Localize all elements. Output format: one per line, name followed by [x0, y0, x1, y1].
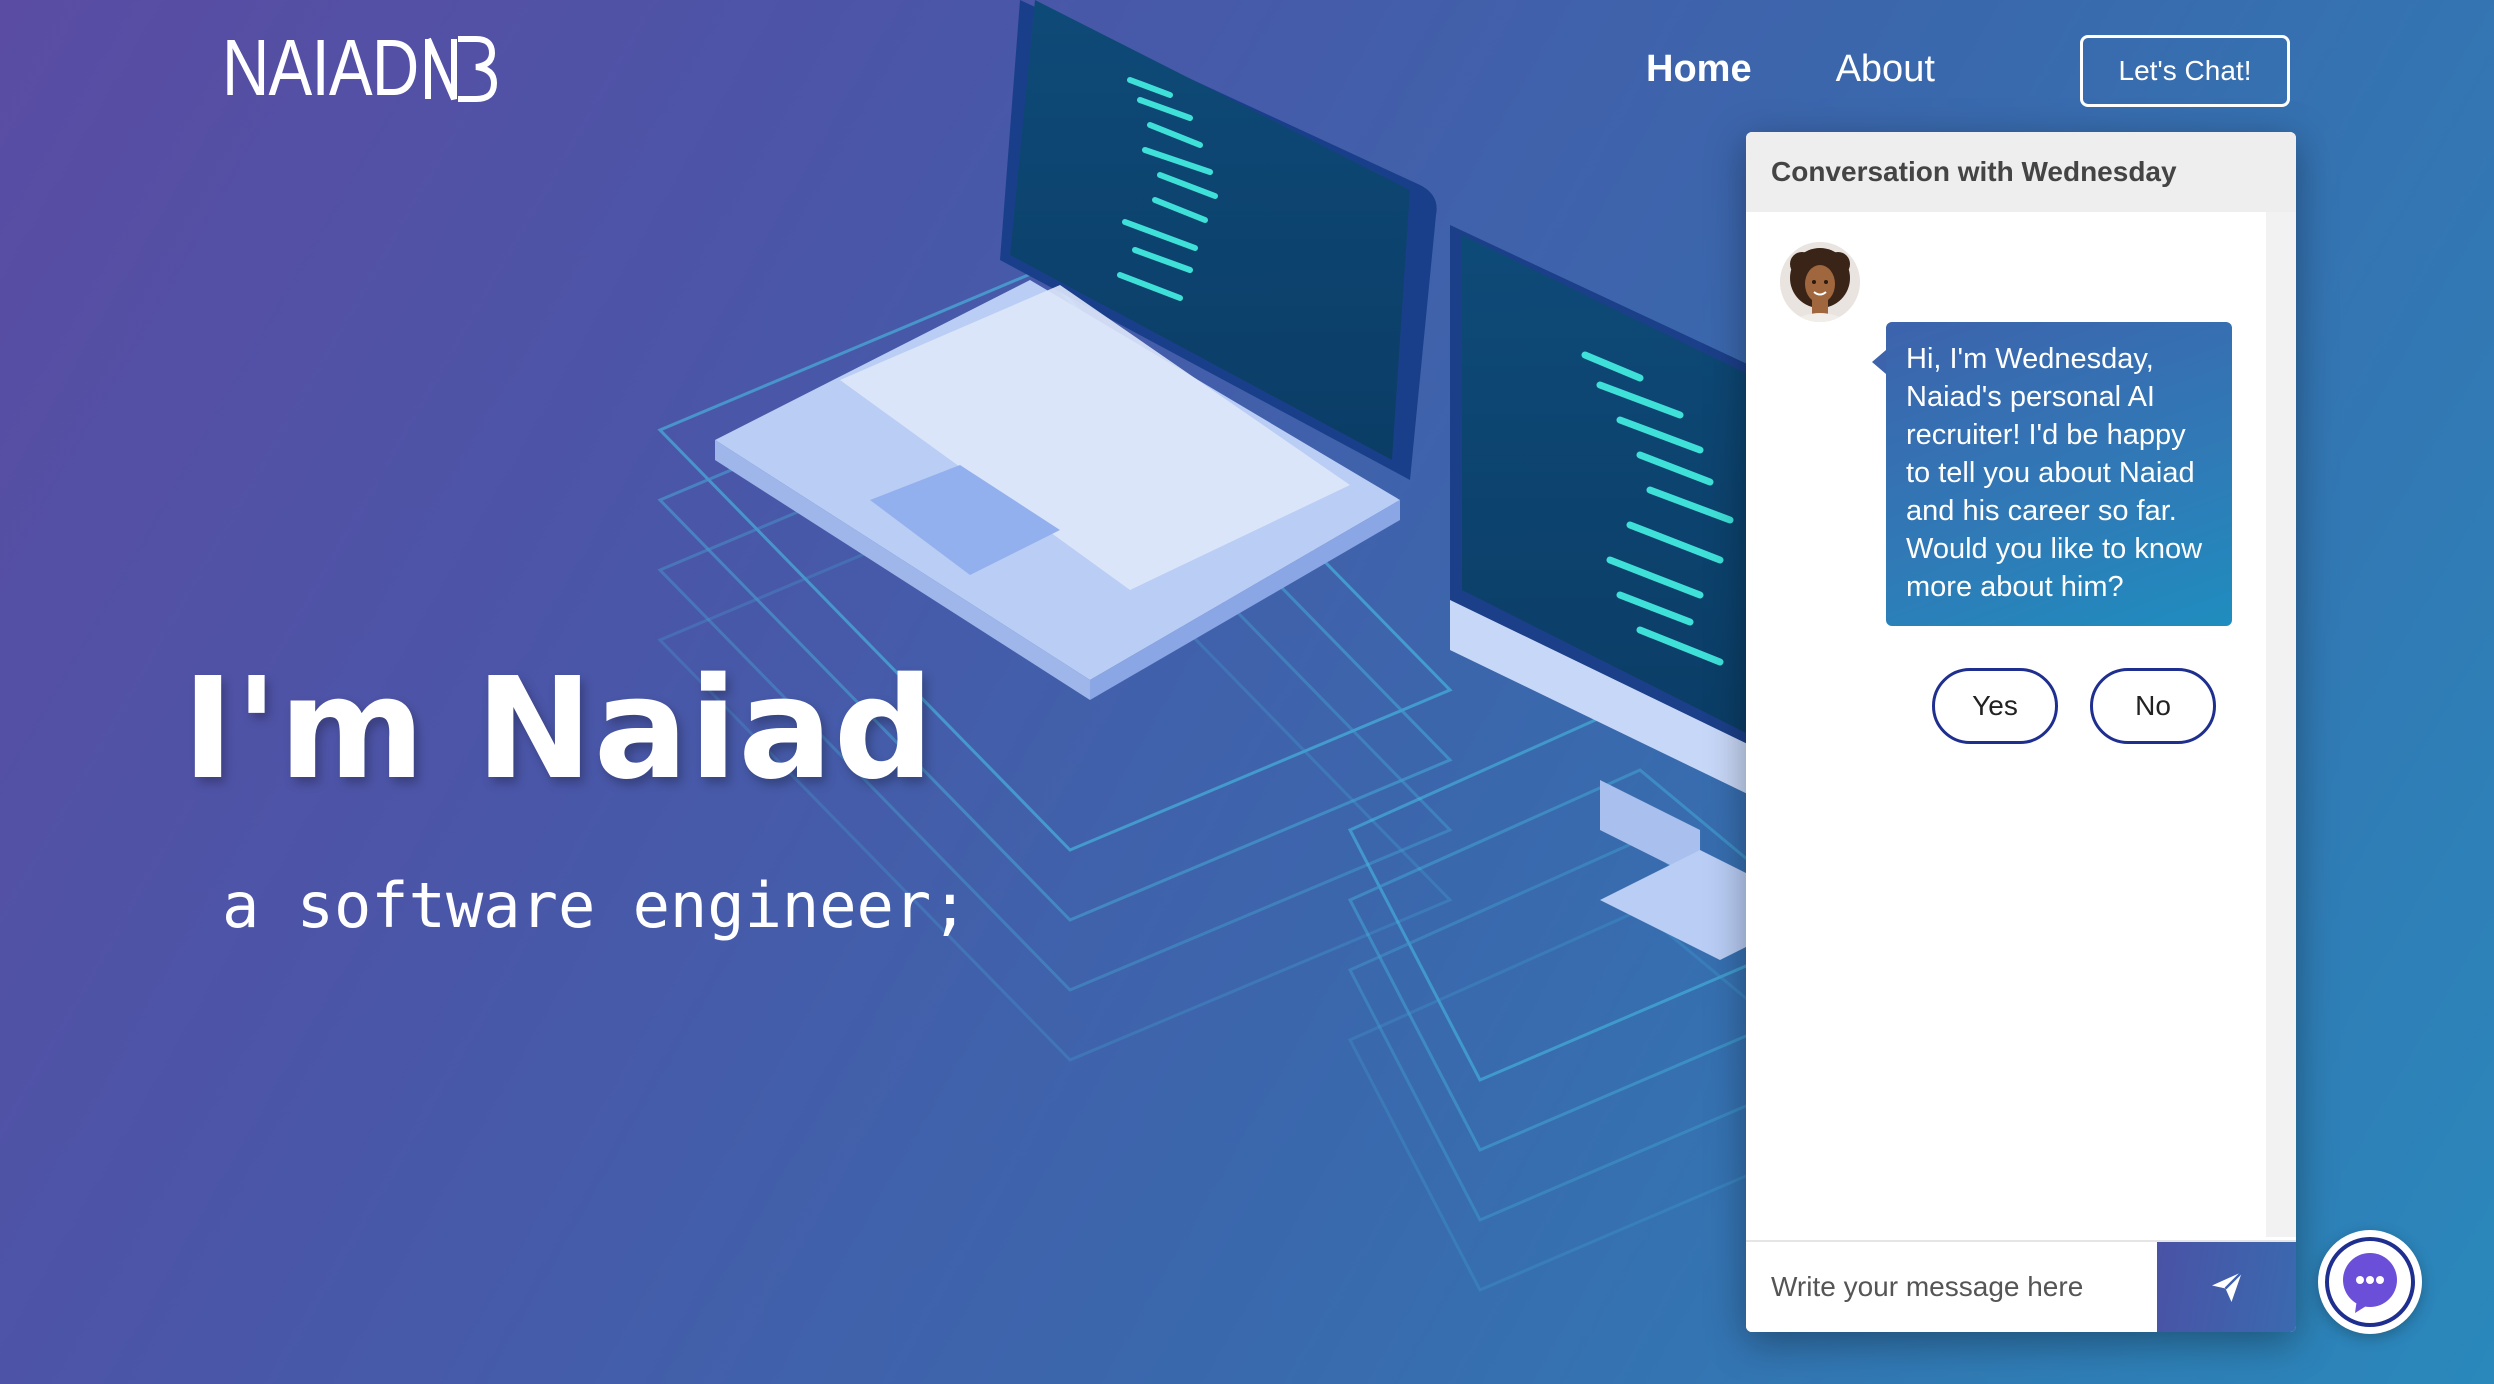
wednesday-avatar [1780, 242, 1860, 322]
send-button[interactable] [2157, 1242, 2296, 1332]
paper-plane-icon [2211, 1271, 2243, 1302]
reply-no-button[interactable]: No [2090, 668, 2216, 744]
brand-logo[interactable]: NAIAD [222, 22, 498, 114]
nav-home-link[interactable]: Home [1646, 44, 1752, 94]
quick-replies: Yes No [1932, 668, 2216, 744]
chat-header: Conversation with Wednesday [1746, 132, 2296, 212]
chat-window: Conversation with Wednesday Hi, I'm Wedn… [1746, 132, 2296, 1332]
main-nav: Home About [1646, 44, 1935, 94]
chat-launcher-button[interactable] [2318, 1230, 2422, 1334]
hero-title: I'm Naiad [182, 648, 935, 811]
lets-chat-button[interactable]: Let's Chat! [2080, 35, 2290, 107]
chat-messages[interactable]: Hi, I'm Wednesday, Naiad's personal AI r… [1746, 212, 2296, 1237]
message-bubble: Hi, I'm Wednesday, Naiad's personal AI r… [1872, 322, 2232, 626]
brand-monogram-icon [424, 33, 498, 103]
message-input[interactable] [1746, 1242, 2157, 1332]
chat-bubble-icon [2343, 1253, 2397, 1313]
page: NAIAD Home About Let's Chat! I'm Naiad a… [0, 0, 2494, 1384]
hero-subtitle: a software engineer; [222, 869, 969, 942]
chat-composer [1746, 1240, 2296, 1332]
reply-yes-button[interactable]: Yes [1932, 668, 2058, 744]
nav-about-link[interactable]: About [1836, 44, 1935, 94]
brand-name: NAIAD [222, 23, 419, 112]
launcher-ring [2325, 1237, 2415, 1327]
